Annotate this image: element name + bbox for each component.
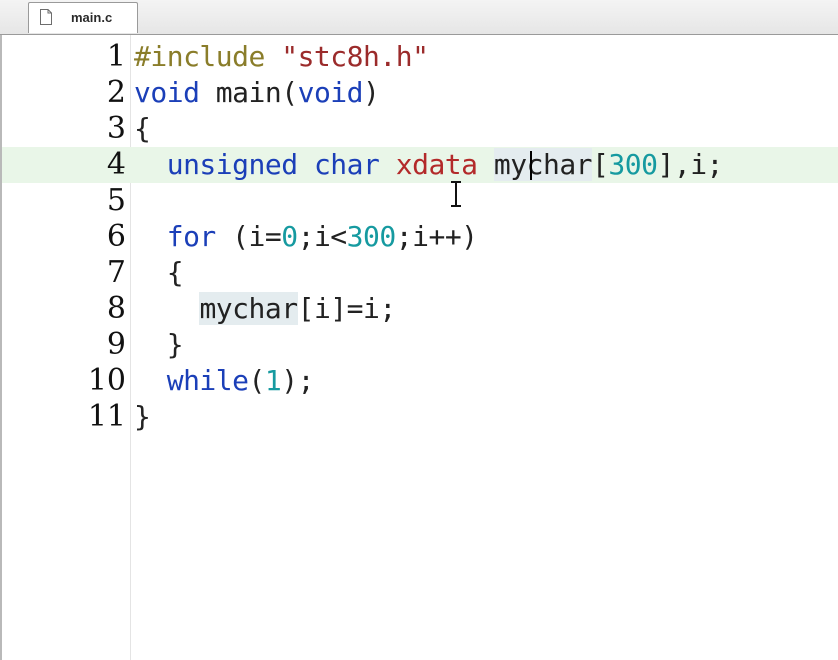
number-literal: 300 <box>346 220 397 253</box>
keyword-char: char <box>313 148 380 181</box>
open-brace: { <box>134 256 184 289</box>
identifier-mychar: mychar <box>199 292 298 325</box>
number-literal: 0 <box>281 220 298 253</box>
paren: ) <box>363 76 380 109</box>
code-line-3[interactable]: 3 { <box>2 111 838 147</box>
bracket: [ <box>592 148 609 181</box>
line-number: 6 <box>106 219 126 254</box>
keyword-unsigned: unsigned <box>166 148 298 181</box>
code-line-1[interactable]: 1 #include "stc8h.h" <box>2 39 838 75</box>
open-brace: { <box>134 112 151 145</box>
close-brace: } <box>134 328 184 361</box>
paren: ( <box>248 364 266 397</box>
line-number: 3 <box>106 111 126 146</box>
code-text: (i= <box>215 220 282 253</box>
code-line-9[interactable]: 9 } <box>2 327 838 363</box>
identifier-mychar: mychar <box>493 148 593 181</box>
keyword-void: void <box>297 76 364 109</box>
code-line-10[interactable]: 10 while(1); <box>2 363 838 399</box>
line-number: 5 <box>106 183 126 218</box>
mouse-ibeam-cursor-icon <box>451 181 461 207</box>
number-literal: 300 <box>608 148 658 181</box>
line-number: 8 <box>106 291 126 326</box>
line-number: 4 <box>106 147 126 182</box>
number-literal: 1 <box>264 364 282 397</box>
keyword-while: while <box>166 364 249 397</box>
include-string: "stc8h.h" <box>281 40 429 73</box>
declaration-tail: ],i; <box>657 148 723 181</box>
code-line-5[interactable]: 5 <box>2 183 838 219</box>
code-editor[interactable]: 1 #include "stc8h.h" 2 void main(void) 3… <box>0 35 838 660</box>
close-brace: } <box>134 400 151 433</box>
code-line-6[interactable]: 6 for (i=0;i<300;i++) <box>2 219 838 255</box>
tab-main-c[interactable]: main.c <box>28 2 138 33</box>
line-number: 1 <box>106 39 126 74</box>
tab-label: main.c <box>71 10 113 25</box>
code-line-8[interactable]: 8 mychar[i]=i; <box>2 291 838 327</box>
text-caret <box>530 151 532 180</box>
keyword-void: void <box>134 76 200 109</box>
code-line-7[interactable]: 7 { <box>2 255 838 291</box>
code-text: ); <box>281 364 314 397</box>
code-line-2[interactable]: 2 void main(void) <box>2 75 838 111</box>
function-name: main( <box>199 76 298 109</box>
keyword-xdata: xdata <box>395 148 478 181</box>
code-text: ;i++) <box>395 220 478 253</box>
code-text: [i]=i; <box>297 292 397 325</box>
line-number: 10 <box>87 363 126 398</box>
keyword-for: for <box>166 220 217 253</box>
line-number: 2 <box>106 75 126 110</box>
line-number: 9 <box>106 327 126 362</box>
code-line-11[interactable]: 11 } <box>2 399 838 435</box>
file-icon <box>40 9 52 25</box>
line-number: 11 <box>87 399 126 434</box>
tab-bar: main.c <box>0 0 838 35</box>
preprocessor-directive: #include <box>134 40 282 73</box>
code-text: ;i< <box>297 220 348 253</box>
line-number: 7 <box>106 255 126 290</box>
code-line-4[interactable]: 4 unsigned char xdata mychar[300],i; <box>2 147 838 183</box>
